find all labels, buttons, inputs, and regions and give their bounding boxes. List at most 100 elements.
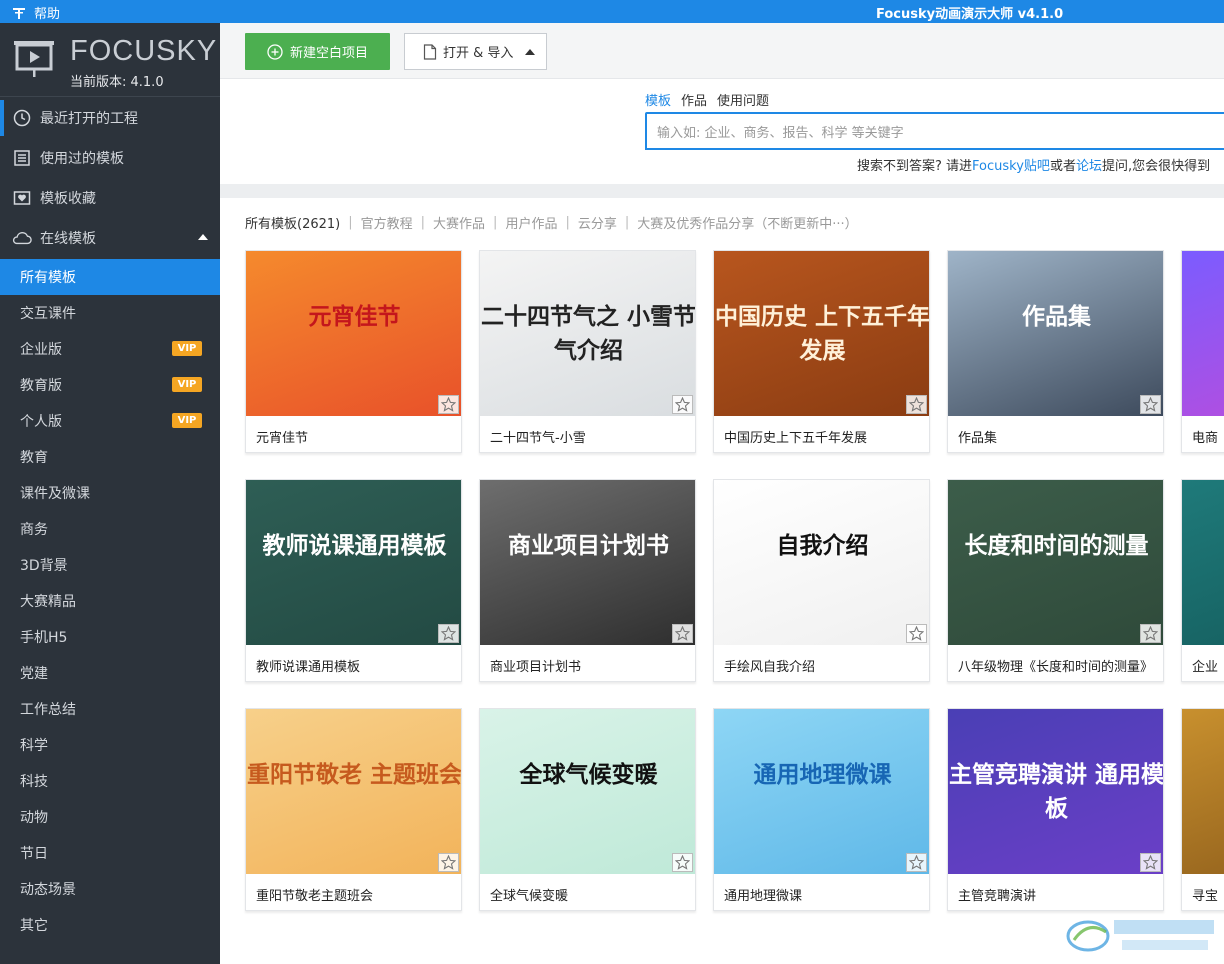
- sidebar-subitem[interactable]: 教育版 VIP: [0, 367, 220, 403]
- thumbnail-title: 作品集: [1022, 304, 1091, 330]
- template-thumbnail[interactable]: 二十四节气之 小雪节气介绍: [480, 251, 695, 416]
- search-tabs: 模板 作品 使用问题: [645, 90, 769, 109]
- template-card[interactable]: 元宵佳节 元宵佳节: [245, 250, 462, 453]
- template-card[interactable]: 电商 数据电商: [1181, 250, 1224, 453]
- template-card[interactable]: 全球气候变暖 全球气候变暖: [479, 708, 696, 911]
- search-tab-works[interactable]: 作品: [681, 90, 707, 109]
- sidebar-subitem[interactable]: 3D背景: [0, 547, 220, 583]
- site-watermark-logo: [1066, 920, 1214, 952]
- template-card[interactable]: 商业项目计划书 商业项目计划书: [479, 479, 696, 682]
- favorite-star-icon[interactable]: [438, 395, 459, 414]
- template-thumbnail[interactable]: 企 万: [1182, 480, 1224, 645]
- favorite-star-icon[interactable]: [672, 853, 693, 872]
- filter-link[interactable]: 大赛及优秀作品分享（不断更新中···）: [637, 213, 857, 232]
- template-thumbnail[interactable]: [1182, 709, 1224, 874]
- template-card[interactable]: 主管竞聘演讲 通用模板 主管竞聘演讲: [947, 708, 1164, 911]
- template-card-label: 寻宝: [1192, 889, 1219, 904]
- filter-link[interactable]: 云分享: [578, 213, 617, 232]
- template-thumbnail[interactable]: 通用地理微课: [714, 709, 929, 874]
- sidebar-subitem[interactable]: 课件及微课: [0, 475, 220, 511]
- sidebar-subitem[interactable]: 所有模板: [0, 259, 220, 295]
- thumbnail-title: 长度和时间的测量: [964, 533, 1149, 559]
- favorite-star-icon[interactable]: [1140, 395, 1161, 414]
- sidebar-item-label: 使用过的模板: [40, 151, 124, 167]
- open-import-label: 打开 & 导入: [443, 46, 514, 61]
- filter-link[interactable]: 大赛作品: [433, 213, 485, 232]
- filter-link[interactable]: 用户作品: [505, 213, 557, 232]
- new-blank-project-label: 新建空白项目: [289, 46, 368, 61]
- sidebar-item-recent[interactable]: 最近打开的工程: [0, 100, 220, 136]
- template-card[interactable]: 长度和时间的测量 八年级物理《长度和时间的测量》: [947, 479, 1164, 682]
- template-card-label: 中国历史上下五千年发展: [724, 431, 868, 446]
- sidebar-subitem[interactable]: 个人版 VIP: [0, 403, 220, 439]
- filter-link[interactable]: 官方教程: [361, 213, 413, 232]
- sidebar-subitem[interactable]: 手机H5: [0, 619, 220, 655]
- thumbnail-title: 重阳节敬老 主题班会: [246, 762, 462, 788]
- thumbnail-title: 教师说课通用模板: [262, 533, 447, 559]
- template-thumbnail[interactable]: 电商 数据: [1182, 251, 1224, 416]
- filter-link[interactable]: 所有模板(2621): [245, 213, 340, 232]
- sidebar-subitem[interactable]: 其它: [0, 907, 220, 943]
- template-thumbnail[interactable]: 全球气候变暖: [480, 709, 695, 874]
- template-thumbnail[interactable]: 主管竞聘演讲 通用模板: [948, 709, 1163, 874]
- favorite-star-icon[interactable]: [906, 395, 927, 414]
- template-thumbnail[interactable]: 商业项目计划书: [480, 480, 695, 645]
- template-thumbnail[interactable]: 作品集: [948, 251, 1163, 416]
- sidebar-subitem[interactable]: 工作总结: [0, 691, 220, 727]
- sidebar-subitem[interactable]: 交互课件: [0, 295, 220, 331]
- sidebar-item-favorites[interactable]: 模板收藏: [0, 180, 220, 216]
- template-card[interactable]: 教师说课通用模板 教师说课通用模板: [245, 479, 462, 682]
- template-card[interactable]: 二十四节气之 小雪节气介绍 二十四节气-小雪: [479, 250, 696, 453]
- sidebar-subitem[interactable]: 教育: [0, 439, 220, 475]
- sidebar-subitem[interactable]: 节日: [0, 835, 220, 871]
- template-thumbnail[interactable]: 元宵佳节: [246, 251, 461, 416]
- template-card[interactable]: 中国历史 上下五千年发展中国历史上下五千年发展: [713, 250, 930, 453]
- forum-tieba-link[interactable]: Focusky贴吧: [972, 159, 1050, 174]
- search-tab-templates[interactable]: 模板: [645, 90, 671, 109]
- cloud-icon: [12, 228, 32, 248]
- help-icon: [13, 7, 25, 19]
- favorite-star-icon[interactable]: [438, 624, 459, 643]
- template-thumbnail[interactable]: 重阳节敬老 主题班会: [246, 709, 462, 874]
- sidebar-subitem[interactable]: 企业版 VIP: [0, 331, 220, 367]
- template-thumbnail[interactable]: 长度和时间的测量: [948, 480, 1163, 645]
- sidebar-subitem-label: 节日: [20, 846, 48, 862]
- template-thumbnail[interactable]: 教师说课通用模板: [246, 480, 461, 645]
- sidebar-item-used-templates[interactable]: 使用过的模板: [0, 140, 220, 176]
- template-thumbnail[interactable]: 中国历史 上下五千年发展: [714, 251, 929, 416]
- collapse-caret-icon[interactable]: [198, 234, 208, 240]
- template-card[interactable]: 企 万企业: [1181, 479, 1224, 682]
- brand-name: FOCUSKY: [70, 35, 218, 67]
- favorite-star-icon[interactable]: [438, 853, 459, 872]
- help-menu[interactable]: 帮助: [12, 3, 60, 22]
- sidebar-subitem[interactable]: 动物: [0, 799, 220, 835]
- search-input[interactable]: 输入如: 企业、商务、报告、科学 等关键字: [645, 112, 1224, 150]
- template-thumbnail[interactable]: 自我介绍: [714, 480, 929, 645]
- dropdown-caret-icon: [525, 48, 536, 55]
- template-card[interactable]: 作品集 作品集: [947, 250, 1164, 453]
- sidebar-subitem[interactable]: 大赛精品: [0, 583, 220, 619]
- sidebar-item-online-templates[interactable]: 在线模板: [0, 220, 220, 256]
- search-tab-questions[interactable]: 使用问题: [717, 90, 769, 109]
- favorite-star-icon[interactable]: [906, 853, 927, 872]
- sidebar-subitem[interactable]: 科学: [0, 727, 220, 763]
- sidebar-subitem[interactable]: 科技: [0, 763, 220, 799]
- sidebar-subitem[interactable]: 动态场景: [0, 871, 220, 907]
- template-card[interactable]: 通用地理微课 通用地理微课: [713, 708, 930, 911]
- favorite-star-icon[interactable]: [906, 624, 927, 643]
- category-filters: 所有模板(2621) | 官方教程 | 大赛作品 | 用户作品 | 云分享 | 大赛及优秀作品分享（…: [245, 213, 858, 232]
- sidebar-subitem[interactable]: 党建: [0, 655, 220, 691]
- sidebar-subitem-label: 3D背景: [20, 558, 68, 574]
- forum-link[interactable]: 论坛: [1076, 159, 1102, 174]
- favorite-star-icon[interactable]: [672, 395, 693, 414]
- favorite-star-icon[interactable]: [1140, 624, 1161, 643]
- open-import-button[interactable]: 打开 & 导入: [404, 33, 547, 70]
- template-list-icon: [12, 148, 32, 168]
- new-blank-project-button[interactable]: 新建空白项目: [245, 33, 390, 70]
- template-card[interactable]: 重阳节敬老 主题班会 重阳节敬老主题班会: [245, 708, 462, 911]
- template-card[interactable]: 寻宝: [1181, 708, 1224, 911]
- sidebar-subitem[interactable]: 商务: [0, 511, 220, 547]
- template-card[interactable]: 自我介绍 手绘风自我介绍: [713, 479, 930, 682]
- favorite-star-icon[interactable]: [1140, 853, 1161, 872]
- favorite-star-icon[interactable]: [672, 624, 693, 643]
